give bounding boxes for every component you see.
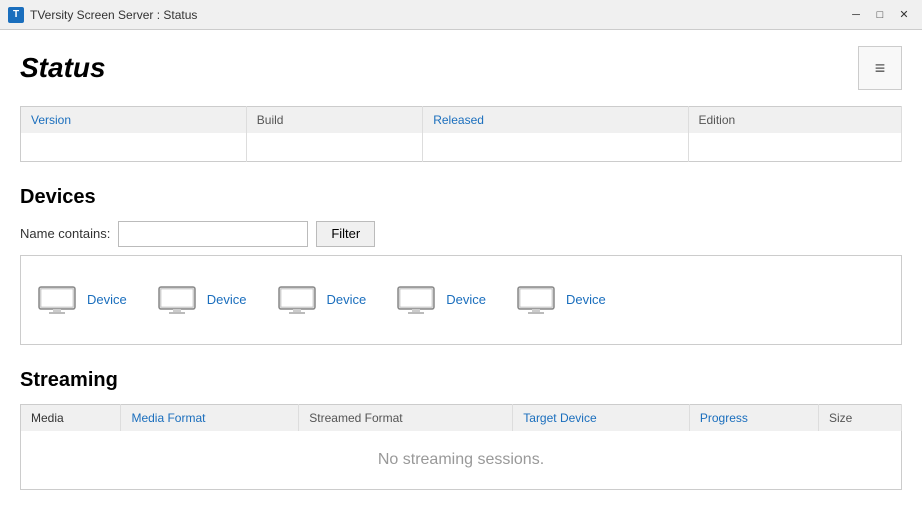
info-row — [21, 133, 902, 161]
device-icon — [396, 285, 440, 315]
device-name-4: Device — [446, 292, 486, 307]
device-icon — [516, 285, 560, 315]
edition-header: Edition — [688, 107, 902, 134]
info-table: Version Build Released Edition — [20, 106, 902, 162]
scroll-content[interactable]: Status ≡ Version Build Released Edition — [0, 30, 922, 532]
media-format-header: Media Format — [121, 404, 299, 431]
title-bar: T TVersity Screen Server : Status ─ □ ✕ — [0, 0, 922, 30]
device-icon — [277, 285, 321, 315]
released-header: Released — [423, 107, 688, 134]
page-title: Status — [20, 52, 106, 84]
maximize-button[interactable]: □ — [870, 5, 890, 25]
version-cell — [21, 133, 247, 161]
name-filter-input[interactable] — [118, 221, 308, 247]
version-header: Version — [21, 107, 247, 134]
devices-section-title: Devices — [20, 186, 902, 209]
minimize-button[interactable]: ─ — [846, 5, 866, 25]
target-device-header: Target Device — [513, 404, 690, 431]
status-header: Status ≡ — [20, 46, 902, 90]
devices-section: Devices Name contains: Filter — [20, 186, 902, 345]
main-wrapper: Status ≡ Version Build Released Edition — [0, 30, 922, 532]
list-item[interactable]: Device — [157, 285, 247, 315]
edition-cell — [688, 133, 902, 161]
device-name-2: Device — [207, 292, 247, 307]
device-name-1: Device — [87, 292, 127, 307]
title-bar-left: T TVersity Screen Server : Status — [8, 7, 197, 23]
device-name-5: Device — [566, 292, 606, 307]
devices-box: Device Device — [20, 255, 902, 345]
page-body: Status ≡ Version Build Released Edition — [0, 30, 922, 506]
app-icon: T — [8, 7, 24, 23]
close-button[interactable]: ✕ — [894, 5, 914, 25]
no-sessions-text: No streaming sessions. — [21, 431, 902, 490]
released-cell — [423, 133, 688, 161]
streamed-format-header: Streamed Format — [299, 404, 513, 431]
list-item[interactable]: Device — [396, 285, 486, 315]
list-item[interactable]: Device — [516, 285, 606, 315]
window-controls: ─ □ ✕ — [846, 5, 914, 25]
window-title: TVersity Screen Server : Status — [30, 8, 197, 22]
build-header: Build — [246, 107, 422, 134]
no-sessions-row: No streaming sessions. — [21, 431, 902, 490]
filter-row: Name contains: Filter — [20, 221, 902, 247]
device-icon — [157, 285, 201, 315]
build-cell — [246, 133, 422, 161]
list-item[interactable]: Device — [37, 285, 127, 315]
streaming-table: Media Media Format Streamed Format Targe… — [20, 404, 902, 490]
size-header: Size — [819, 404, 902, 431]
list-item[interactable]: Device — [277, 285, 367, 315]
filter-button[interactable]: Filter — [316, 221, 375, 247]
progress-header: Progress — [689, 404, 818, 431]
device-icon — [37, 285, 81, 315]
menu-button[interactable]: ≡ — [858, 46, 902, 90]
streaming-section: Streaming Media Media Format Streamed Fo… — [20, 369, 902, 490]
media-header: Media — [21, 404, 121, 431]
streaming-section-title: Streaming — [20, 369, 902, 392]
filter-label: Name contains: — [20, 226, 110, 241]
device-name-3: Device — [327, 292, 367, 307]
